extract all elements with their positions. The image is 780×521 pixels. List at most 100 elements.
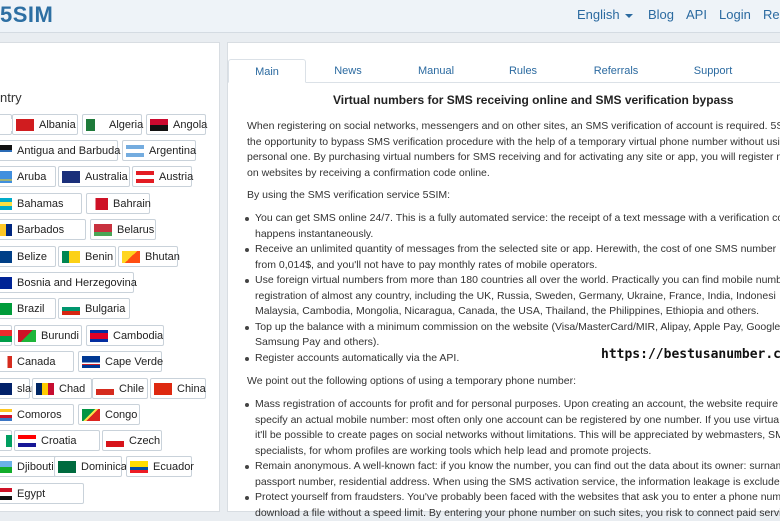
comoros-flag-icon	[0, 409, 12, 421]
option-list-item: it'll be possible to create pages on soc…	[255, 428, 780, 444]
cote-divoire-flag-icon	[0, 435, 12, 447]
nav-link-login[interactable]: Login	[719, 7, 751, 22]
country-name: Bhutan	[145, 251, 180, 263]
country-name: Aruba	[17, 171, 46, 183]
chile-flag-icon	[96, 383, 114, 395]
aruba-flag-icon	[0, 171, 12, 183]
country-item[interactable]: slands	[0, 378, 30, 399]
country-item[interactable]: Aruba	[0, 166, 56, 187]
country-name: Cambodia	[113, 330, 163, 342]
country-name: Bahrain	[113, 198, 151, 210]
country-name: Bulgaria	[85, 303, 125, 315]
cambodia-flag-icon	[90, 330, 108, 342]
country-item[interactable]: Egypt	[0, 483, 84, 504]
language-selector[interactable]: English	[577, 7, 633, 22]
belize-flag-icon	[0, 251, 12, 263]
main-panel: Main News Manual Rules Referrals Support…	[227, 42, 780, 512]
unknown-flag-icon	[0, 119, 12, 131]
feature-list-item: Malaysia, Cambodia, Mongolia, Nicaragua,…	[255, 304, 780, 320]
country-item[interactable]: Comoros	[0, 404, 74, 425]
country-item[interactable]: Czech	[102, 430, 162, 451]
country-item[interactable]: Croatia	[14, 430, 100, 451]
country-name: Dominica	[81, 461, 127, 473]
country-item[interactable]: Australia	[58, 166, 130, 187]
benin-flag-icon	[62, 251, 80, 263]
country-name: Belarus	[117, 224, 154, 236]
country-item[interactable]: Chile	[92, 378, 148, 399]
country-item[interactable]: Cote d'Ivoire	[0, 430, 12, 451]
belarus-flag-icon	[94, 224, 112, 236]
tab-news[interactable]: News	[308, 59, 388, 83]
country-item[interactable]: Barbados	[0, 219, 86, 240]
country-name: Belize	[17, 251, 47, 263]
antigua-flag-icon	[0, 145, 12, 157]
country-item[interactable]: Djibouti	[0, 456, 60, 477]
country-item[interactable]: Benin	[58, 246, 116, 267]
dominica-flag-icon	[58, 461, 76, 473]
country-item[interactable]: Canada	[0, 351, 74, 372]
country-item[interactable]: Albania	[12, 114, 78, 135]
country-item[interactable]: Algeria	[82, 114, 142, 135]
country-item[interactable]: Bahamas	[0, 193, 82, 214]
tab-support[interactable]: Support	[673, 59, 753, 83]
ecuador-flag-icon	[130, 461, 148, 473]
bahrain-flag-icon	[90, 198, 108, 210]
feature-list-item: happens instantaneously.	[255, 227, 780, 243]
country-item[interactable]: Argentina	[122, 140, 196, 161]
country-item[interactable]: Belarus	[90, 219, 156, 240]
djibouti-flag-icon	[0, 461, 12, 473]
nav-link-api[interactable]: API	[686, 7, 707, 22]
country-item[interactable]: Bahrain	[86, 193, 150, 214]
nav-link-blog[interactable]: Blog	[648, 7, 674, 22]
tab-rules[interactable]: Rules	[483, 59, 563, 83]
country-item[interactable]: Burundi	[14, 325, 82, 346]
country-item[interactable]: Dominica	[54, 456, 122, 477]
top-navbar: 5SIM English Blog API Login Reg	[0, 0, 780, 33]
country-item[interactable]: Angola	[146, 114, 206, 135]
country-name: Cape Verde	[105, 356, 163, 368]
country-item[interactable]: Belize	[0, 246, 56, 267]
country-item[interactable]: China	[150, 378, 206, 399]
country-item[interactable]: so	[0, 325, 12, 346]
country-item[interactable]: Austria	[132, 166, 192, 187]
section-title: We point out the following options of us…	[247, 374, 780, 390]
country-item[interactable]: Antigua and Barbuda	[0, 140, 118, 161]
country-item[interactable]: Bosnia and Herzegovina	[0, 272, 134, 293]
country-item[interactable]: Cape Verde	[78, 351, 162, 372]
page-headline: Virtual numbers for SMS receiving online…	[333, 93, 734, 107]
country-item[interactable]: Ecuador	[126, 456, 192, 477]
tab-referrals[interactable]: Referrals	[576, 59, 656, 83]
site-logo[interactable]: 5SIM	[0, 2, 53, 28]
country-item[interactable]: Brazil	[0, 298, 56, 319]
feature-list-item: registration of almost any country, incl…	[255, 289, 780, 305]
australia-flag-icon	[62, 171, 80, 183]
feature-list-item: Receive an unlimited quantity of message…	[255, 242, 780, 258]
country-name: Argentina	[149, 145, 196, 157]
tab-bar: Main News Manual Rules Referrals Support	[228, 59, 780, 83]
option-list-item: Remain anonymous. A well-known fact: if …	[255, 459, 780, 475]
tab-main[interactable]: Main	[228, 59, 306, 83]
intro-text: on websites by receiving a confirmation …	[247, 166, 780, 182]
egypt-flag-icon	[0, 488, 12, 500]
country-item[interactable]: n	[0, 114, 12, 135]
angola-flag-icon	[150, 119, 168, 131]
country-item[interactable]: Chad	[32, 378, 92, 399]
cayman-islands-flag-icon	[0, 383, 12, 395]
argentina-flag-icon	[126, 145, 144, 157]
barbados-flag-icon	[0, 224, 12, 236]
country-item[interactable]: Bhutan	[118, 246, 178, 267]
feature-list-item: Use foreign virtual numbers from more th…	[255, 273, 780, 289]
croatia-flag-icon	[18, 435, 36, 447]
country-name: Australia	[85, 171, 128, 183]
option-list-item: Protect yourself from fraudsters. You've…	[255, 490, 780, 506]
tab-manual[interactable]: Manual	[396, 59, 476, 83]
country-item[interactable]: Congo	[78, 404, 140, 425]
watermark-url: https://bestusanumber.co	[601, 347, 780, 362]
country-item[interactable]: Bulgaria	[58, 298, 130, 319]
country-name: Brazil	[17, 303, 45, 315]
country-item[interactable]: Cambodia	[86, 325, 164, 346]
nav-link-register[interactable]: Reg	[763, 7, 780, 22]
bahamas-flag-icon	[0, 198, 12, 210]
language-label: English	[577, 7, 620, 22]
feature-list-item: Top up the balance with a minimum commis…	[255, 320, 780, 336]
